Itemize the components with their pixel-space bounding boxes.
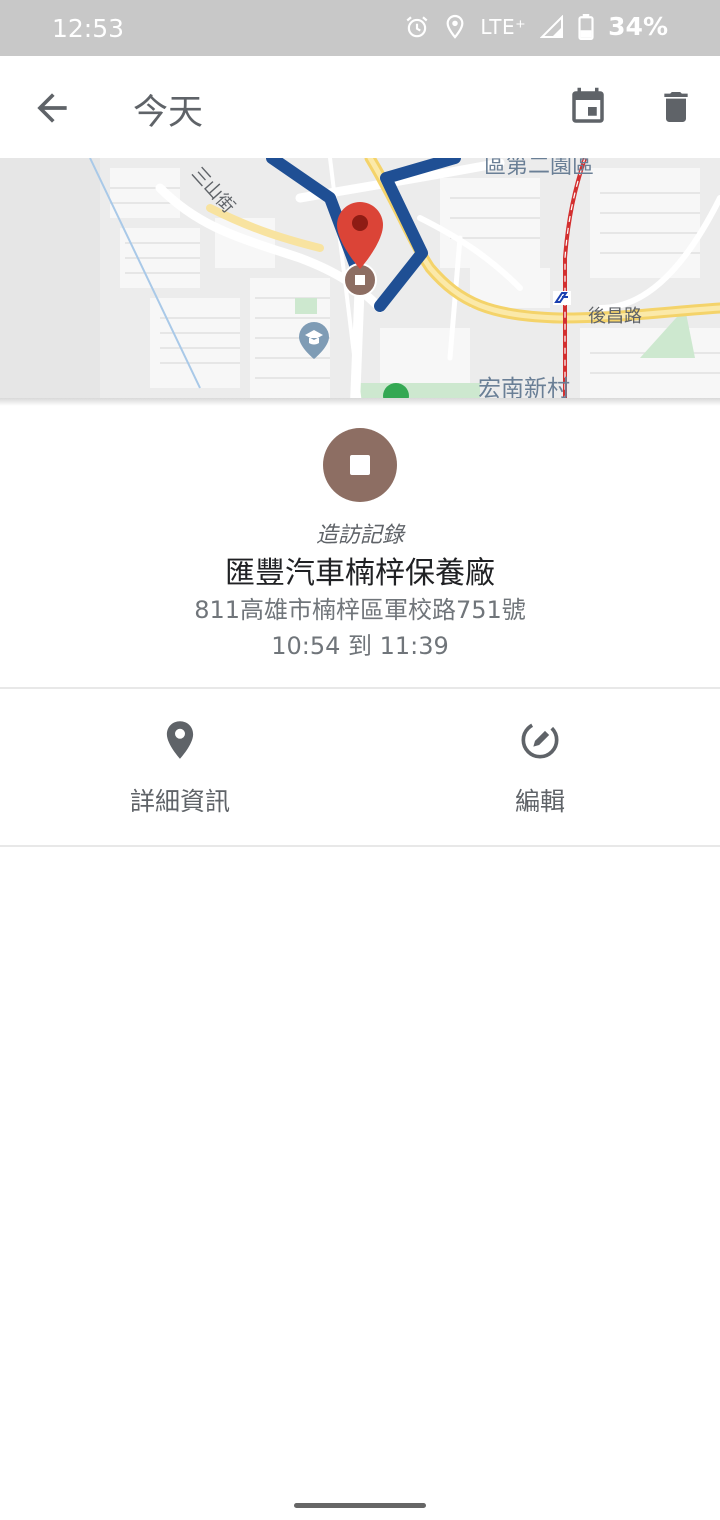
trash-icon[interactable] [656, 86, 696, 128]
map-edge-shadow [0, 398, 720, 406]
battery-icon [578, 13, 594, 40]
alarm-icon [406, 15, 428, 37]
status-bar: 12:53 LTE⁺ 34% [0, 0, 720, 56]
signal-icon [540, 14, 564, 38]
details-button[interactable]: 詳細資訊 [80, 720, 280, 818]
edit-button[interactable]: 編輯 [440, 720, 640, 818]
status-time: 12:53 [52, 14, 125, 43]
place-address: 811高雄市楠梓區軍校路751號 [194, 596, 526, 624]
home-indicator[interactable] [294, 1503, 426, 1508]
map-view[interactable]: 三山街 區第二園區 後昌路 宏南新村 [0, 158, 720, 404]
status-icons: LTE⁺ 34% [404, 12, 668, 41]
visit-type-label: 造訪記錄 [315, 523, 404, 548]
details-label: 詳細資訊 [129, 787, 230, 816]
edit-icon [521, 721, 559, 759]
map-label-road: 後昌路 [588, 306, 642, 327]
battery-percent: 34% [608, 12, 668, 41]
calendar-icon[interactable] [567, 86, 609, 128]
location-icon [446, 14, 464, 39]
back-arrow-icon[interactable] [30, 86, 74, 130]
place-name: 匯豐汽車楠梓保養廠 [225, 556, 495, 591]
page-title: 今天 [133, 93, 204, 133]
place-icon [166, 721, 194, 759]
visit-time-range: 10:54 到 11:39 [271, 632, 449, 660]
map-canvas: 三山街 區第二園區 後昌路 宏南新村 [0, 158, 720, 404]
app-bar: 今天 [0, 56, 720, 158]
edit-label: 編輯 [514, 787, 565, 816]
network-type: LTE⁺ [480, 14, 527, 39]
divider-top [0, 687, 720, 689]
visit-stop-icon [323, 428, 397, 502]
divider-bottom [0, 845, 720, 847]
map-label-district: 區第二園區 [484, 158, 594, 179]
